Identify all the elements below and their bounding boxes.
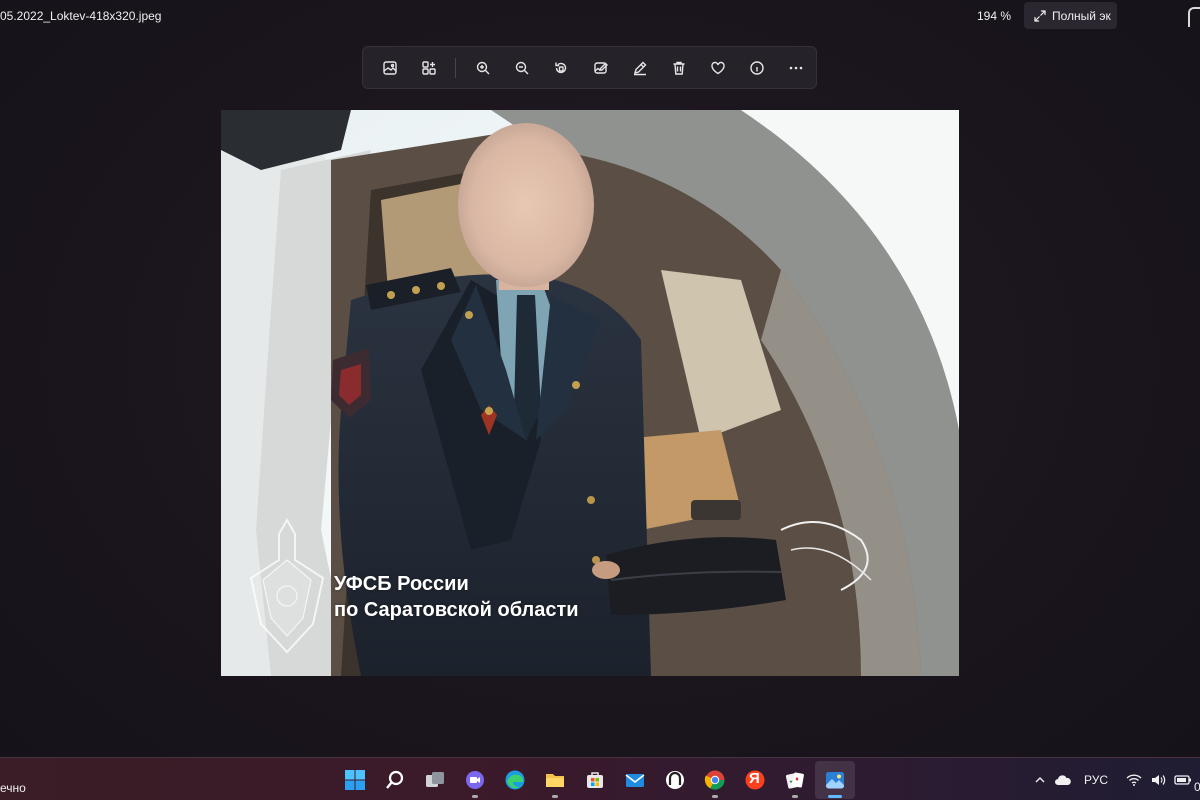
- mail-button[interactable]: [615, 761, 655, 799]
- store-icon: [587, 772, 603, 788]
- photos-button[interactable]: [815, 761, 855, 799]
- rotate-button[interactable]: [542, 51, 581, 85]
- clock[interactable]: 0: [1194, 780, 1200, 794]
- crop-icon: [422, 60, 436, 75]
- weather-widget[interactable]: ечно: [0, 781, 26, 795]
- solitaire-button[interactable]: [775, 761, 815, 799]
- yandex-label: Я: [749, 770, 760, 787]
- crop-button[interactable]: [409, 51, 448, 85]
- solitaire-icon: [785, 772, 804, 789]
- image-icon: [382, 60, 397, 75]
- edge-icon: [505, 770, 525, 790]
- chevron-up-icon[interactable]: [1034, 774, 1046, 786]
- file-explorer-button[interactable]: [535, 761, 575, 799]
- fullscreen-button[interactable]: Полный эк: [1024, 2, 1117, 29]
- delete-button[interactable]: [659, 51, 698, 85]
- image-button[interactable]: [370, 51, 409, 85]
- cloud-icon[interactable]: [1054, 774, 1072, 786]
- app-button[interactable]: [655, 761, 695, 799]
- fullscreen-label: Полный эк: [1052, 8, 1111, 23]
- more-button[interactable]: [777, 51, 816, 85]
- file-explorer-icon: [546, 774, 564, 787]
- image-toolbar: [362, 46, 817, 89]
- wifi-icon[interactable]: [1126, 773, 1142, 787]
- info-icon: [750, 60, 764, 75]
- watermark-line-2: по Саратовской области: [334, 599, 579, 621]
- running-indicator: [472, 795, 478, 798]
- taskbar-apps: Я: [335, 761, 855, 799]
- photos-icon: [826, 772, 844, 789]
- toolbar-divider: [455, 57, 457, 78]
- yandex-button[interactable]: Я: [735, 761, 775, 799]
- active-indicator: [828, 795, 842, 798]
- title-bar: 05.2022_Loktev-418x320.jpeg 194 % Полный…: [0, 0, 1200, 34]
- file-name: 05.2022_Loktev-418x320.jpeg: [0, 9, 162, 23]
- start-icon: [345, 770, 365, 790]
- photo-watermark: УФСБ России по Саратовской области: [334, 571, 579, 623]
- start-button[interactable]: [335, 761, 375, 799]
- zoom-in-icon: [476, 61, 490, 74]
- chrome-button[interactable]: [695, 761, 735, 799]
- more-icon: [790, 66, 803, 69]
- edit-image-button[interactable]: [581, 51, 620, 85]
- battery-icon[interactable]: [1174, 773, 1192, 787]
- mail-icon: [625, 774, 645, 787]
- favorite-icon: [711, 61, 725, 74]
- chat-button[interactable]: [455, 761, 495, 799]
- task-view-button[interactable]: [415, 761, 455, 799]
- language-indicator[interactable]: РУС: [1084, 773, 1108, 787]
- zoom-in-button[interactable]: [463, 51, 502, 85]
- watermark-line-1: УФСБ России: [334, 573, 469, 595]
- search-icon: [386, 770, 404, 789]
- running-indicator: [792, 795, 798, 798]
- draw-button[interactable]: [620, 51, 659, 85]
- task-view-icon: [426, 772, 444, 787]
- draw-icon: [633, 61, 647, 75]
- app-icon: [666, 771, 684, 789]
- running-indicator: [552, 795, 558, 798]
- info-button[interactable]: [738, 51, 777, 85]
- chrome-icon: [704, 770, 725, 790]
- store-button[interactable]: [575, 761, 615, 799]
- edge-button[interactable]: [495, 761, 535, 799]
- zoom-out-button[interactable]: [503, 51, 542, 85]
- displayed-photo: УФСБ России по Саратовской области: [221, 110, 959, 676]
- search-button[interactable]: [375, 761, 415, 799]
- zoom-level[interactable]: 194 %: [977, 9, 1011, 23]
- volume-icon[interactable]: [1150, 773, 1166, 787]
- edit-image-icon: [593, 61, 608, 74]
- taskbar: ечно Я РУС 0: [0, 757, 1200, 800]
- window-control-button[interactable]: [1178, 4, 1200, 28]
- favorite-button[interactable]: [698, 51, 737, 85]
- delete-icon: [673, 61, 685, 75]
- zoom-out-icon: [515, 61, 529, 74]
- rotate-icon: [555, 62, 567, 73]
- system-tray: РУС: [1034, 768, 1192, 792]
- expand-icon: [1034, 9, 1046, 22]
- running-indicator: [712, 795, 718, 798]
- photo-image: [221, 110, 959, 676]
- chat-icon: [466, 771, 484, 789]
